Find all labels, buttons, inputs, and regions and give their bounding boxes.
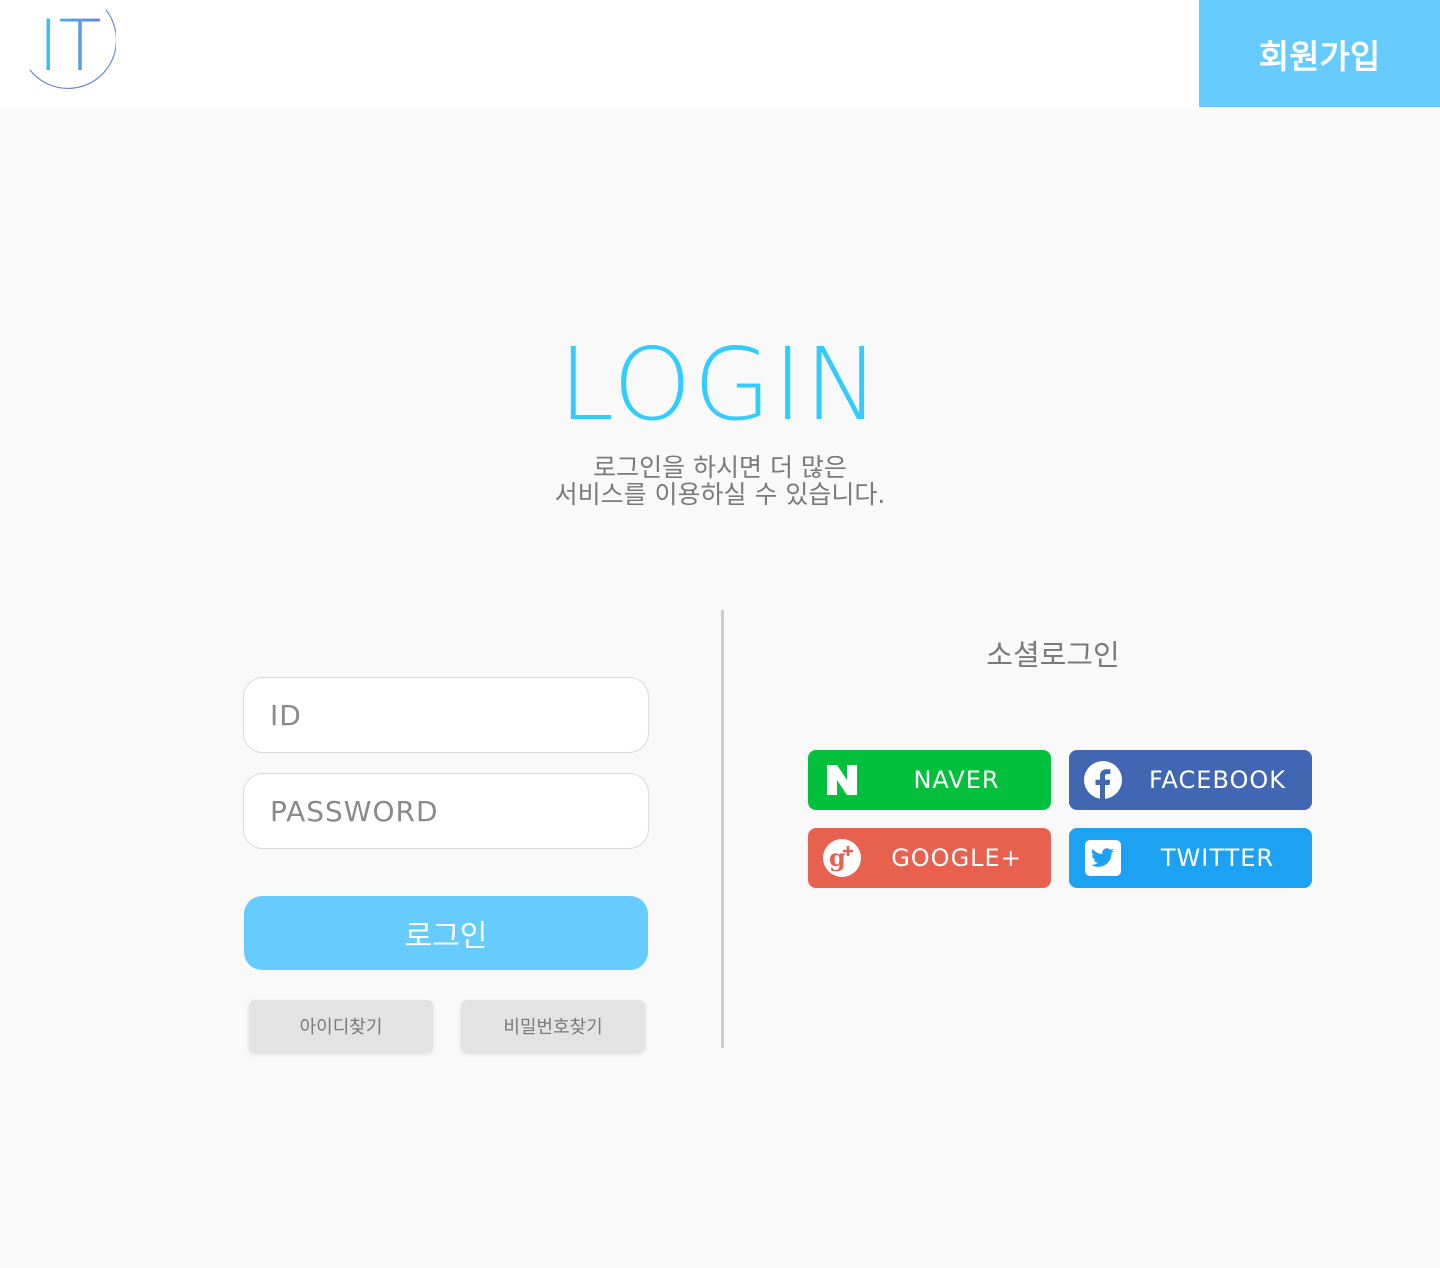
twitter-icon [1083,838,1123,878]
social-login-title: 소셜로그인 [986,638,1120,672]
find-password-button[interactable]: 비밀번호찾기 [461,1000,645,1052]
page-subtitle: 로그인을 하시면 더 많은 서비스를 이용하실 수 있습니다. [0,454,1440,508]
facebook-login-button[interactable]: FACEBOOK [1069,750,1312,810]
google-plus-label: GOOGLE+ [891,844,1022,872]
logo-text: IT [38,5,101,87]
signup-button[interactable]: 회원가입 [1199,0,1440,107]
divider [721,610,724,1048]
facebook-icon [1083,760,1123,800]
password-input[interactable] [243,773,649,849]
login-button[interactable]: 로그인 [244,896,648,970]
subtitle-line-1: 로그인을 하시면 더 많은 [593,453,847,482]
twitter-login-button[interactable]: TWITTER [1069,828,1312,888]
naver-login-button[interactable]: NAVER [808,750,1051,810]
google-plus-icon: g [822,838,862,878]
page-title: LOGIN [558,326,882,443]
naver-icon [822,760,862,800]
facebook-label: FACEBOOK [1148,766,1287,794]
twitter-label: TWITTER [1160,844,1275,872]
google-plus-login-button[interactable]: g GOOGLE+ [808,828,1051,888]
logo[interactable]: IT [22,0,116,96]
id-input[interactable] [243,677,649,753]
subtitle-line-2: 서비스를 이용하실 수 있습니다. [554,480,886,509]
naver-label: NAVER [913,766,1000,794]
svg-text:g: g [829,843,847,872]
header: IT 회원가입 [0,0,1440,107]
find-id-button[interactable]: 아이디찾기 [249,1000,433,1052]
